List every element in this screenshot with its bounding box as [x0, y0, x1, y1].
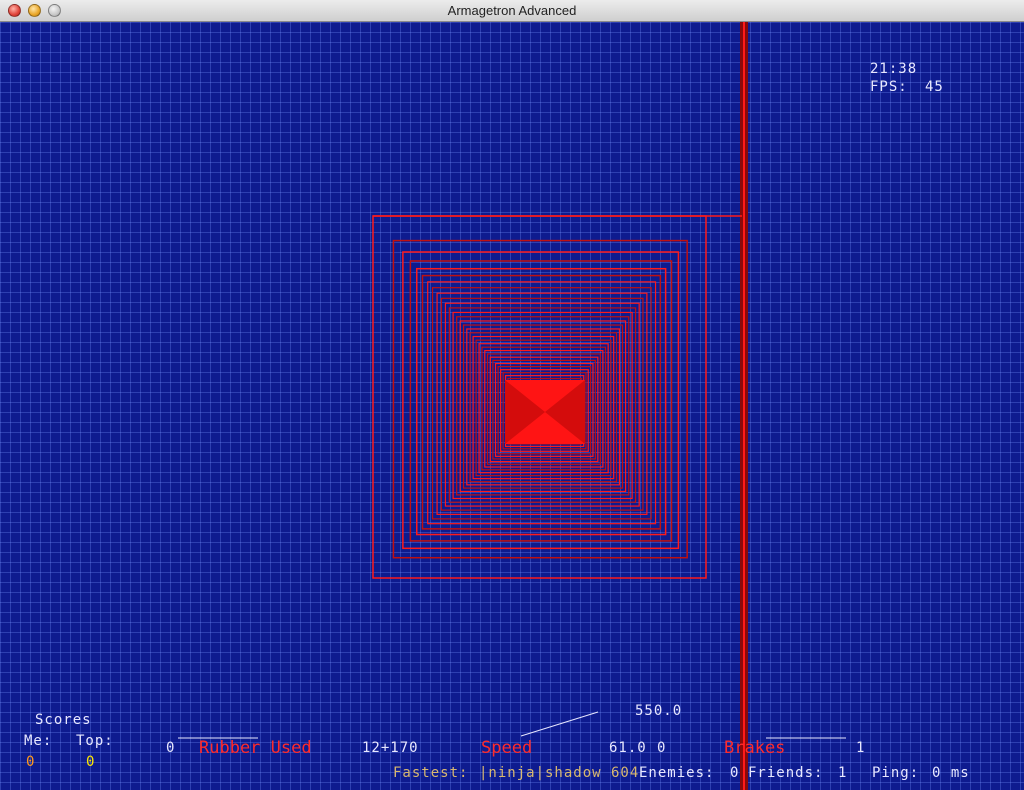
- speed-max-indicator: 550.0: [635, 703, 683, 719]
- rubber-value: 0: [166, 740, 176, 756]
- rubber-used-label: Rubber Used: [199, 738, 312, 758]
- brakes-value: 1: [856, 740, 866, 756]
- game-viewport[interactable]: 21:38 FPS: 45 Scores Me: Top: 0 0 0 Rubb…: [0, 22, 1024, 790]
- fastest-label: Fastest:: [393, 765, 469, 781]
- speed-label: Speed: [481, 738, 533, 758]
- fps-label: FPS:: [870, 79, 908, 95]
- friends-label: Friends:: [748, 765, 824, 781]
- enemies-label: Enemies:: [639, 765, 715, 781]
- fastest-player: |ninja|shadow 604: [479, 765, 640, 781]
- scores-label: Scores: [35, 712, 92, 728]
- ping-label: Ping:: [872, 765, 920, 781]
- top-label: Top:: [76, 733, 114, 749]
- arena-3d-view: [178, 22, 846, 790]
- friends-value: 1: [838, 765, 848, 781]
- window-titlebar: Armagetron Advanced: [0, 0, 1024, 22]
- top-score: 0: [86, 754, 96, 770]
- rubber-max: 12+170: [362, 740, 419, 756]
- clock-readout: 21:38: [870, 61, 918, 77]
- ping-value: 0 ms: [932, 765, 970, 781]
- fps-value: 45: [925, 79, 944, 95]
- my-score: 0: [26, 754, 36, 770]
- brakes-label: Brakes: [724, 738, 786, 758]
- speed-extra-value: 0: [657, 740, 667, 756]
- window-title: Armagetron Advanced: [447, 3, 577, 18]
- me-label: Me:: [24, 733, 53, 749]
- speed-gauge-needle: [520, 711, 599, 737]
- enemies-value: 0: [730, 765, 740, 781]
- speed-value: 61.0: [609, 740, 647, 756]
